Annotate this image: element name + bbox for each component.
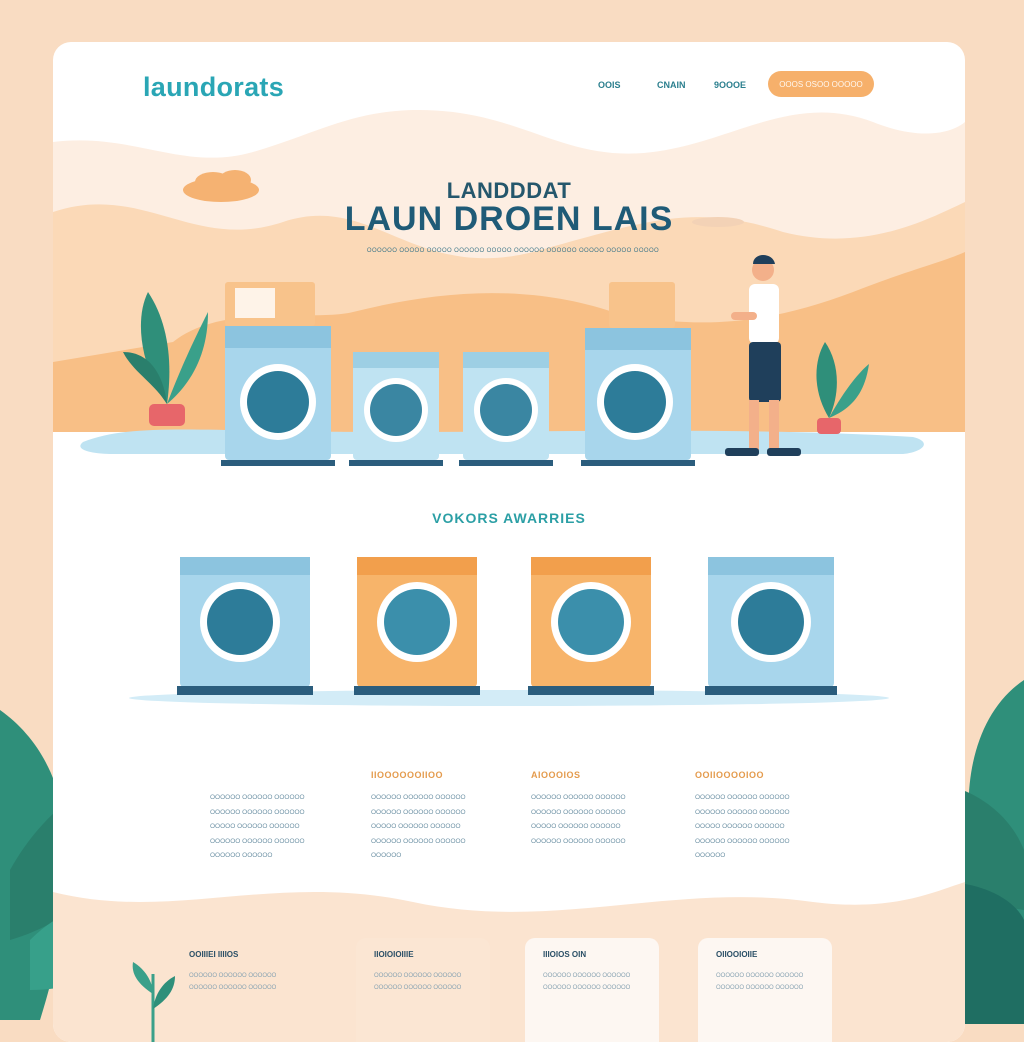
feature-text-4: OOOOOO OOOOOO OOOOOO OOOOOO OOOOOO OOOOO… bbox=[695, 794, 790, 859]
cta-button[interactable]: OOOS OSOO OOOOO bbox=[768, 71, 874, 97]
info-card-3[interactable]: IIIOIOS OIN OOOOOO OOOOOO OOOOOO OOOOOO … bbox=[525, 938, 659, 1042]
plant-icon bbox=[123, 292, 208, 426]
washing-machine-icon bbox=[354, 557, 480, 695]
brand-logo[interactable]: laundorats bbox=[143, 72, 284, 103]
machine-row bbox=[129, 557, 889, 706]
info-card-4[interactable]: OIIOOIOIIE OOOOOO OOOOOO OOOOOO OOOOOO O… bbox=[698, 938, 832, 1042]
info-card-1[interactable]: OOIIIEI IIIIOS OOOOOO OOOOOO OOOOOO OOOO… bbox=[171, 938, 305, 1042]
card-text: OOOOOO OOOOOO OOOOOO OOOOOO OOOOOO OOOOO… bbox=[543, 973, 631, 991]
washing-machine-icon bbox=[459, 352, 553, 466]
nav-link-2[interactable]: CNAIN bbox=[657, 80, 686, 90]
hero-scene bbox=[123, 255, 869, 466]
card-title: OOIIIEI IIIIOS bbox=[189, 950, 239, 959]
feature-heading-4: OOIIOOOOIOO bbox=[695, 770, 765, 780]
leaf-icon bbox=[132, 962, 175, 1042]
info-card-2[interactable]: IIOIOIOIIIE OOOOOO OOOOOO OOOOOO OOOOOO … bbox=[356, 938, 490, 1042]
card-title: OIIOOIOIIE bbox=[716, 950, 758, 959]
plant-icon bbox=[816, 342, 869, 434]
section-title: VOKORS AWARRIES bbox=[432, 510, 586, 526]
landing-page: laundorats OOIS CNAIN 9OOOE OOOS OSOO OO… bbox=[53, 42, 965, 1042]
card-title: IIOIOIOIIIE bbox=[374, 950, 414, 959]
washing-machine-icon bbox=[349, 352, 443, 466]
feature-heading-2: IIOOOOOOIIOO bbox=[371, 770, 444, 780]
washing-machine-icon bbox=[221, 282, 335, 466]
feature-text-1: OOOOOO OOOOOO OOOOOO OOOOOO OOOOOO OOOOO… bbox=[210, 794, 305, 859]
washing-machine-icon bbox=[705, 557, 837, 695]
nav-link-1[interactable]: OOIS bbox=[598, 80, 621, 90]
person-figure bbox=[725, 255, 801, 456]
nav-link-3[interactable]: 9OOOE bbox=[714, 80, 746, 90]
card-title: IIIOIOS OIN bbox=[543, 950, 587, 959]
washing-machine-icon bbox=[581, 282, 695, 466]
card-text: OOOOOO OOOOOO OOOOOO OOOOOO OOOOOO OOOOO… bbox=[374, 973, 462, 991]
washing-machine-icon bbox=[177, 557, 313, 695]
card-text: OOOOOO OOOOOO OOOOOO OOOOOO OOOOOO OOOOO… bbox=[716, 973, 804, 991]
feature-heading-3: AIOOOIOS bbox=[531, 770, 581, 780]
feature-text-2: OOOOOO OOOOOO OOOOOO OOOOOO OOOOOO OOOOO… bbox=[371, 794, 466, 859]
washing-machine-icon bbox=[528, 557, 654, 695]
feature-text-3: OOOOOO OOOOOO OOOOOO OOOOOO OOOOOO OOOOO… bbox=[531, 794, 626, 845]
hero-title: LAUN DROEN LAIS bbox=[344, 200, 674, 238]
card-text: OOOOOO OOOOOO OOOOOO OOOOOO OOOOOO OOOOO… bbox=[189, 973, 277, 991]
